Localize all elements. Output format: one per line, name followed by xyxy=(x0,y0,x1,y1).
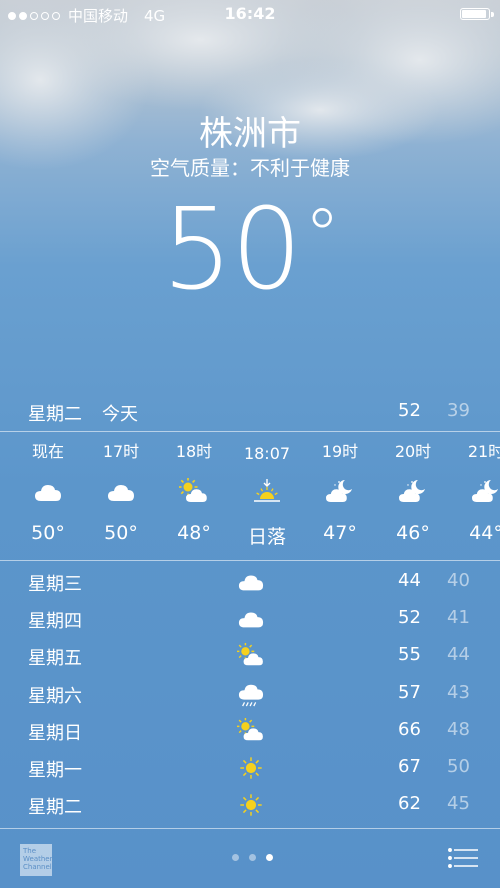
hourly-item: 17时 50° xyxy=(91,432,151,560)
partly-cloudy-night-icon xyxy=(398,478,428,506)
divider xyxy=(0,560,500,561)
cloud-icon xyxy=(106,478,136,506)
daily-row: 星期二 62 45 xyxy=(0,787,500,824)
sun-icon xyxy=(237,755,265,781)
hourly-time: 现在 xyxy=(31,442,64,461)
hourly-temperature: 48° xyxy=(177,522,211,544)
partly-sunny-icon xyxy=(178,477,209,506)
hourly-temperature: 47° xyxy=(323,522,357,544)
daily-day: 星期三 xyxy=(28,574,82,595)
daily-row: 星期三 44 40 xyxy=(0,564,500,601)
cloud-icon xyxy=(33,478,63,506)
daily-high: 44 xyxy=(398,570,421,591)
bottom-toolbar: The Weather Channel xyxy=(0,828,500,888)
hourly-time: 17时 xyxy=(102,442,140,461)
hourly-item: 21时 44° xyxy=(456,432,500,560)
partly-sunny-icon xyxy=(236,717,265,744)
daily-row: 星期五 55 44 xyxy=(0,638,500,675)
hourly-item: 20时 46° xyxy=(383,432,443,560)
hourly-temperature: 44° xyxy=(469,522,500,544)
hourly-item: 19时 47° xyxy=(310,432,370,560)
today-day: 星期二 xyxy=(28,404,82,425)
current-temperature: 50° xyxy=(0,185,500,315)
status-bar: 中国移动 4G 16:42 xyxy=(0,0,500,28)
hourly-time: 21时 xyxy=(467,442,500,461)
daily-low: 48 xyxy=(447,718,470,740)
hourly-temperature: 50° xyxy=(31,522,65,544)
daily-row: 星期六 57 43 xyxy=(0,676,500,713)
daily-row: 星期日 66 48 xyxy=(0,713,500,750)
hourly-item: 现在 50° xyxy=(18,432,78,560)
hourly-time: 20时 xyxy=(394,442,432,461)
daily-high: 62 xyxy=(398,793,421,815)
daily-high: 67 xyxy=(398,755,421,777)
today-high: 52 xyxy=(398,400,421,421)
current-temperature-value: 50 xyxy=(161,185,303,315)
list-icon[interactable] xyxy=(448,848,480,868)
daily-row: 星期四 52 41 xyxy=(0,601,500,638)
daily-row: 星期一 67 50 xyxy=(0,750,500,787)
today-label: 今天 xyxy=(102,404,138,425)
daily-high: 57 xyxy=(398,681,421,703)
daily-low: 40 xyxy=(447,570,470,591)
daily-forecast: 星期三 44 40 星期四 52 41 星期五 55 44 星期六 57 43 星期日 66 48 星期一 67… xyxy=(0,564,500,824)
hourly-temperature: 日落 xyxy=(247,526,286,548)
hourly-temperature: 50° xyxy=(104,522,138,544)
daily-low: 43 xyxy=(447,681,470,703)
partly-cloudy-night-icon xyxy=(471,478,500,506)
city-name: 株洲市 xyxy=(199,114,301,154)
daily-day: 星期二 xyxy=(28,797,82,819)
daily-low: 50 xyxy=(447,755,470,777)
daily-day: 星期六 xyxy=(28,685,82,707)
daily-day: 星期四 xyxy=(28,611,82,633)
cloud-icon xyxy=(237,606,265,632)
hourly-forecast[interactable]: 现在 50° 17时 50° 18时 48° 18:07 日落 19时 47° 20时 46° 21时 4… xyxy=(0,432,500,560)
weather-channel-logo[interactable]: The Weather Channel xyxy=(20,844,52,876)
daily-high: 52 xyxy=(398,607,421,629)
degree-symbol: ° xyxy=(304,193,340,277)
daily-day: 星期一 xyxy=(28,759,82,781)
page-indicator[interactable] xyxy=(232,854,273,861)
sun-icon xyxy=(237,792,265,818)
today-summary: 星期二 今天 52 39 xyxy=(0,400,500,428)
page-dot[interactable] xyxy=(266,854,273,861)
hourly-time: 19时 xyxy=(321,442,359,461)
partly-cloudy-night-icon xyxy=(325,478,355,506)
page-dot[interactable] xyxy=(232,854,239,861)
daily-day: 星期日 xyxy=(28,722,82,744)
hourly-temperature: 46° xyxy=(396,522,430,544)
cloud-icon xyxy=(237,569,265,595)
daily-high: 55 xyxy=(398,644,421,666)
daily-high: 66 xyxy=(398,718,421,740)
page-dot[interactable] xyxy=(249,854,256,861)
rain-icon xyxy=(237,681,265,707)
status-time: 16:42 xyxy=(224,4,276,23)
air-quality: 空气质量：不利于健康 xyxy=(150,156,350,180)
hourly-item: 18:07 日落 xyxy=(237,432,297,560)
sunset-icon xyxy=(252,478,282,506)
battery-icon xyxy=(460,8,494,20)
daily-low: 44 xyxy=(447,644,470,666)
daily-low: 41 xyxy=(447,607,470,629)
today-low: 39 xyxy=(447,400,470,421)
hourly-item: 18时 48° xyxy=(164,432,224,560)
daily-day: 星期五 xyxy=(28,648,82,670)
partly-sunny-icon xyxy=(236,642,265,669)
hourly-time: 18:07 xyxy=(243,444,291,463)
daily-low: 45 xyxy=(447,793,470,815)
hourly-time: 18时 xyxy=(175,442,213,461)
